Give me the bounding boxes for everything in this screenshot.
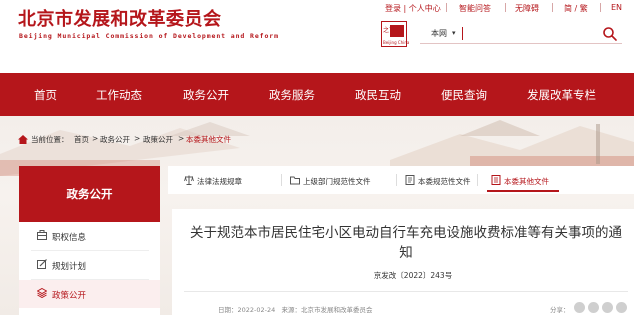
- source-label: 来源：: [281, 306, 301, 314]
- share-qq-icon[interactable]: [602, 302, 613, 313]
- document-icon: [405, 175, 415, 185]
- smart-qa-link[interactable]: 智能问答: [459, 3, 491, 14]
- search-input[interactable]: [466, 26, 600, 41]
- breadcrumb-policy[interactable]: 政策公开: [143, 134, 173, 145]
- breadcrumb-government-affairs[interactable]: 政务公开: [100, 134, 130, 145]
- article-meta: 日期：2022-02-24 来源：北京市发展和改革委员会: [218, 304, 372, 314]
- search-icon[interactable]: [602, 26, 618, 42]
- sidebar-item-authority-info[interactable]: 职权信息: [19, 222, 160, 250]
- login-link[interactable]: 登录 | 个人中心: [385, 3, 441, 14]
- seal-caption: Beijing China: [383, 40, 410, 45]
- accessibility-link[interactable]: 无障碍: [515, 3, 539, 14]
- article-card: 关于规范本市居民住宅小区电动自行车充电设施收费标准等有关事项的通知 京发改〔20…: [172, 209, 634, 315]
- document-list-icon: [491, 175, 501, 185]
- caret-down-icon[interactable]: ▾: [452, 29, 456, 37]
- share-weibo-icon[interactable]: [574, 302, 585, 313]
- nav-government-services[interactable]: 政务服务: [269, 87, 315, 103]
- article-title: 关于规范本市居民住宅小区电动自行车充电设施收费标准等有关事项的通知: [190, 225, 622, 261]
- home-icon: [18, 135, 28, 144]
- breadcrumb-separator: >: [92, 134, 99, 143]
- share-label: 分享：: [550, 306, 570, 314]
- capital-seal-logo: 之首 Beijing China: [381, 21, 410, 47]
- tab-label: 本委规范性文件: [418, 177, 471, 186]
- tab-laws-regulations[interactable]: 法律法规规章: [180, 166, 275, 194]
- language-toggle-link[interactable]: 简 / 繁: [564, 3, 588, 14]
- search-bar: 本网 ▾: [420, 25, 622, 44]
- active-tab-indicator: [487, 190, 559, 192]
- nav-public-interaction[interactable]: 政民互动: [355, 87, 401, 103]
- sidebar-item-planning[interactable]: 规划计划: [19, 251, 160, 279]
- nav-reform-column[interactable]: 发展改革专栏: [527, 87, 596, 103]
- page: 北京市发展和改革委员会 Beijing Municipal Commission…: [0, 0, 634, 315]
- sidebar-item-label: 政策公开: [52, 291, 87, 301]
- breadcrumb-prefix: 当前位置：: [31, 135, 69, 144]
- sidebar-title: 政务公开: [19, 166, 160, 222]
- site-logo-title[interactable]: 北京市发展和改革委员会: [18, 5, 222, 31]
- breadcrumb-separator: >: [134, 134, 141, 143]
- briefcase-icon: [37, 230, 47, 240]
- seal-chars: 之首: [383, 27, 396, 34]
- sidebar-title-label: 政务公开: [66, 187, 113, 201]
- search-scope-select[interactable]: 本网: [431, 28, 447, 39]
- tab-label: 上级部门规范性文件: [303, 177, 371, 186]
- tab-superior-normative-docs[interactable]: 上级部门规范性文件: [286, 166, 398, 194]
- nav-work-news[interactable]: 工作动态: [96, 87, 142, 103]
- main-nav: 首页 工作动态 政务公开 政务服务 政民互动 便民查询 发展改革专栏: [0, 73, 634, 116]
- english-link[interactable]: EN: [611, 3, 622, 12]
- scales-icon: [184, 175, 194, 185]
- tab-label: 本委其他文件: [504, 177, 549, 186]
- layers-icon: [37, 288, 47, 298]
- article-date: 2022-02-24: [237, 306, 276, 314]
- article-source: 北京市发展和改革委员会: [300, 306, 373, 314]
- sidebar: 职权信息 规划计划 政策公开: [19, 222, 160, 315]
- sidebar-item-label: 职权信息: [52, 233, 87, 243]
- breadcrumb-separator: >: [178, 134, 185, 143]
- site-logo-subtitle: Beijing Municipal Commission of Developm…: [19, 32, 279, 40]
- tab-label: 法律法规规章: [197, 177, 242, 186]
- nav-government-affairs[interactable]: 政务公开: [183, 87, 229, 103]
- sidebar-item-label: 规划计划: [52, 262, 87, 272]
- folder-icon: [290, 176, 300, 185]
- edit-icon: [37, 259, 47, 269]
- sidebar-item-policy[interactable]: 政策公开: [19, 280, 160, 308]
- breadcrumb-home[interactable]: 首页: [74, 134, 89, 145]
- nav-convenience-query[interactable]: 便民查询: [441, 87, 487, 103]
- tab-commission-other-docs[interactable]: 本委其他文件: [487, 166, 569, 194]
- nav-home[interactable]: 首页: [34, 87, 57, 103]
- tab-commission-normative-docs[interactable]: 本委规范性文件: [401, 166, 496, 194]
- category-tabs: 法律法规规章 上级部门规范性文件 本委规范性文件 本委其他文件: [168, 166, 634, 194]
- date-label: 日期：: [218, 306, 238, 314]
- share-wechat-icon[interactable]: [588, 302, 599, 313]
- article-doc-number: 京发改〔2022〕243号: [373, 271, 453, 280]
- breadcrumb-current[interactable]: 本委其他文件: [186, 134, 231, 145]
- share-more-icon[interactable]: [616, 302, 627, 313]
- site-header: 北京市发展和改革委员会 Beijing Municipal Commission…: [0, 0, 634, 73]
